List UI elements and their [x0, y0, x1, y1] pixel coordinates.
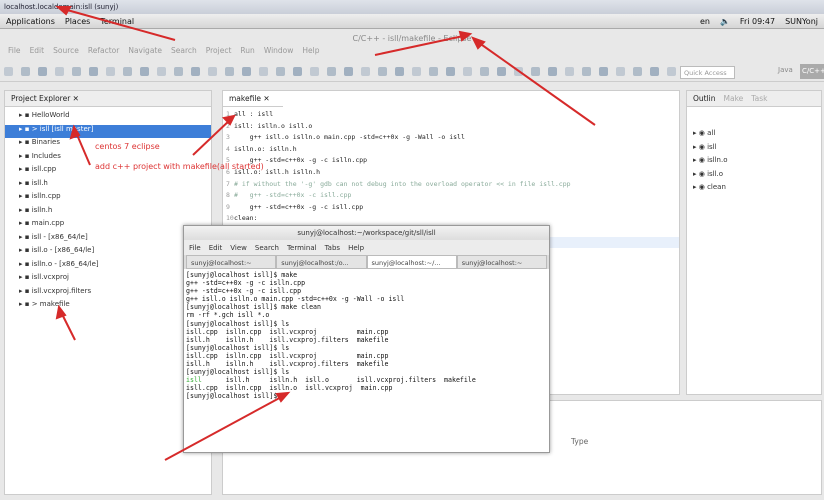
- annotation-arrows: [55, 6, 596, 461]
